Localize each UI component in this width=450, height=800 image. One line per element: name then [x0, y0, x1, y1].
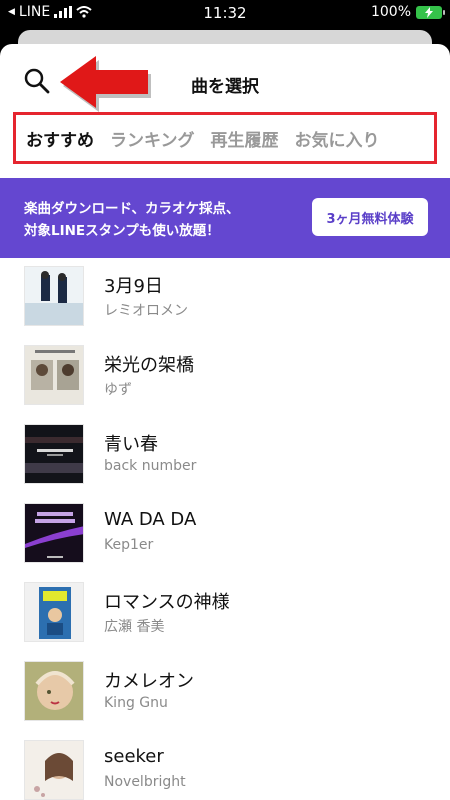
song-title: 3月9日	[104, 276, 163, 297]
tabs-highlight-box: おすすめ ランキング 再生履歴 お気に入り	[13, 112, 437, 164]
album-art	[24, 661, 84, 721]
album-art	[24, 582, 84, 642]
tab-favorites[interactable]: お気に入り	[295, 126, 380, 151]
song-row[interactable]: 青い春 back number	[0, 424, 450, 503]
status-right: 100%	[370, 4, 445, 20]
song-row[interactable]: 3月9日 レミオロメン	[0, 266, 450, 345]
song-artist: レミオロメン	[104, 303, 188, 319]
song-artist: King Gnu	[104, 695, 168, 711]
battery-charging-icon	[416, 5, 445, 19]
song-row[interactable]: 栄光の架橋 ゆず	[0, 345, 450, 424]
song-artist: back number	[104, 458, 197, 474]
song-title: カメレオン	[104, 671, 194, 692]
song-row[interactable]: WA DA DA Kep1er	[0, 503, 450, 582]
tab-recommended[interactable]: おすすめ	[26, 126, 94, 151]
tab-ranking[interactable]: ランキング	[110, 126, 195, 151]
promo-line-1: 楽曲ダウンロード、カラオケ採点、	[24, 201, 240, 217]
song-row[interactable]: カメレオン King Gnu	[0, 661, 450, 740]
battery-percent: 100%	[370, 4, 411, 20]
album-art	[24, 503, 84, 563]
song-row[interactable]: seeker Novelbright	[0, 740, 450, 800]
status-bar: ◀ LINE 11:32 100%	[0, 0, 450, 26]
tab-history[interactable]: 再生履歴	[211, 126, 279, 151]
annotation-arrow-icon	[60, 56, 151, 112]
free-trial-button[interactable]: 3ヶ月無料体験	[312, 198, 428, 236]
song-artist: 広瀬 香美	[104, 619, 165, 635]
song-title: WA DA DA	[104, 509, 197, 530]
song-artist: ゆず	[104, 382, 132, 398]
promo-text: 楽曲ダウンロード、カラオケ採点、 対象LINEスタンプも使い放題！	[24, 198, 239, 242]
song-title: seeker	[104, 746, 164, 767]
promo-line-2: 対象LINEスタンプも使い放題！	[24, 223, 220, 239]
song-artist: Novelbright	[104, 774, 186, 790]
song-title: ロマンスの神様	[104, 592, 230, 613]
song-row[interactable]: ロマンスの神様 広瀬 香美	[0, 582, 450, 661]
song-title: 青い春	[104, 434, 158, 455]
song-list: 3月9日 レミオロメン 栄光の架橋 ゆず 青い春 back number WA …	[0, 266, 450, 800]
album-art	[24, 266, 84, 326]
tab-bar: おすすめ ランキング 再生履歴 お気に入り	[16, 115, 380, 161]
song-artist: Kep1er	[104, 537, 154, 553]
song-select-sheet: 曲を選択 おすすめ ランキング 再生履歴 お気に入り 楽曲ダウンロード、カラオケ…	[0, 44, 450, 800]
song-title: 栄光の架橋	[104, 355, 194, 376]
promo-banner[interactable]: 楽曲ダウンロード、カラオケ採点、 対象LINEスタンプも使い放題！ 3ヶ月無料体…	[0, 178, 450, 258]
album-art	[24, 345, 84, 405]
album-art	[24, 740, 84, 800]
album-art	[24, 424, 84, 484]
